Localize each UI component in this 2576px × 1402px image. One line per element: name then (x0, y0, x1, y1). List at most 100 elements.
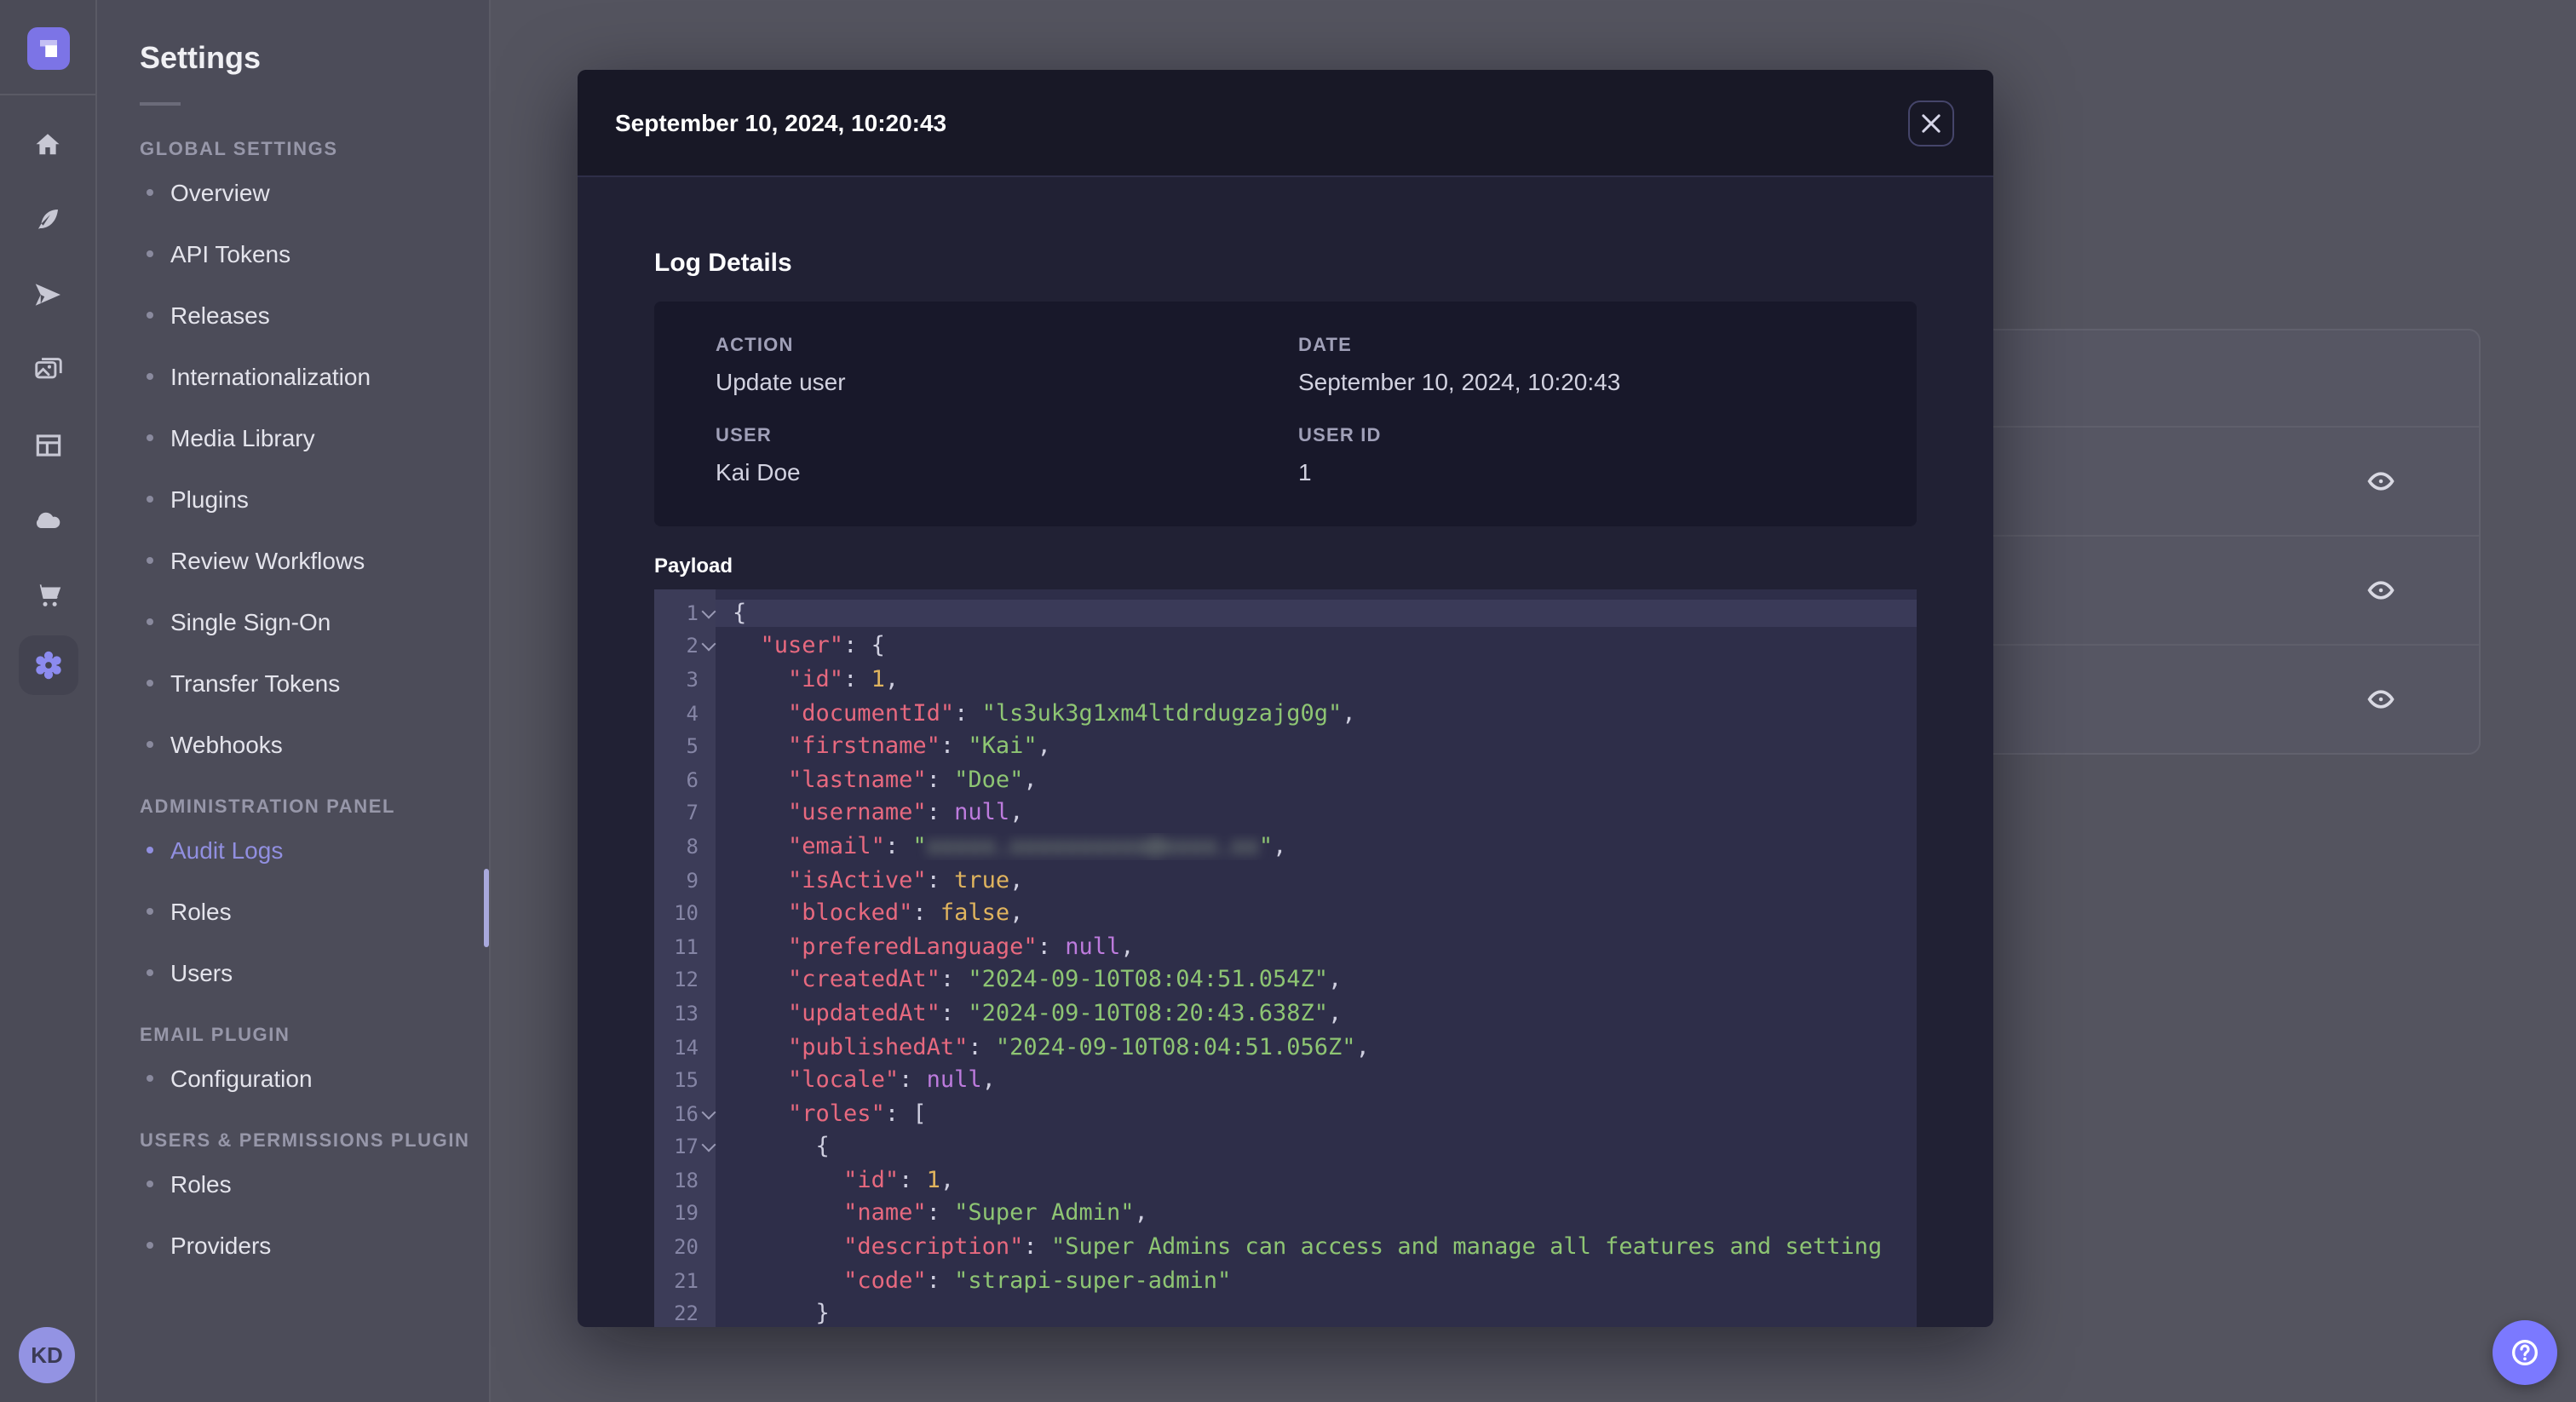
help-button[interactable] (2493, 1320, 2557, 1385)
sidebar-item-roles[interactable]: Roles (97, 1165, 489, 1203)
sidebar-item-review-workflows[interactable]: Review Workflows (97, 542, 489, 579)
nav-item-label: Providers (170, 1232, 272, 1259)
userid-field: USER ID 1 (1298, 426, 1917, 492)
line-number: 3 (686, 667, 699, 692)
fold-chevron-icon[interactable] (704, 606, 714, 617)
sidebar-item-transfer-tokens[interactable]: Transfer Tokens (97, 664, 489, 702)
code-line-3: 3 "id": 1, (654, 663, 1917, 696)
line-number: 8 (686, 834, 699, 859)
code-line-4: 4 "documentId": "ls3uk3g1xm4ltdrdugzajg0… (654, 697, 1917, 730)
line-number: 22 (674, 1301, 699, 1326)
sidebar-item-configuration[interactable]: Configuration (97, 1060, 489, 1097)
code-line-22: 22 } (654, 1297, 1917, 1327)
content-type-builder-icon[interactable] (31, 203, 65, 237)
fold-chevron-icon[interactable] (704, 1141, 714, 1151)
nav-section-label: EMAIL PLUGIN (140, 1026, 290, 1046)
nav-item-label: API Tokens (170, 240, 291, 267)
strapi-settings-page: KD Settings GLOBAL SETTINGS Overview API T… (0, 0, 2576, 1402)
line-number: 15 (674, 1068, 699, 1093)
nav-bullet (147, 1181, 153, 1187)
sidebar-item-media-library[interactable]: Media Library (97, 419, 489, 457)
strapi-logo[interactable] (27, 27, 70, 70)
strapi-cloud-icon[interactable] (31, 503, 65, 537)
date-value: September 10, 2024, 10:20:43 (1298, 368, 1621, 395)
nav-bullet (147, 189, 153, 196)
nav-bullet (147, 250, 153, 257)
nav-item-label: Overview (170, 179, 270, 206)
user-avatar[interactable]: KD (19, 1327, 75, 1383)
strapi-logo-icon (40, 40, 57, 57)
view-log-eye-icon[interactable] (2365, 684, 2395, 715)
line-number: 6 (686, 767, 699, 792)
close-button[interactable] (1908, 100, 1954, 146)
nav-item-label: Single Sign-On (170, 608, 331, 635)
releases-icon[interactable] (31, 278, 65, 312)
subnav-scrollbar-thumb[interactable] (484, 869, 489, 947)
nav-item-label: Configuration (170, 1065, 313, 1092)
view-log-eye-icon[interactable] (2365, 466, 2395, 497)
user-field: USER Kai Doe (716, 426, 1298, 492)
nav-bullet (147, 618, 153, 625)
sidebar-item-plugins[interactable]: Plugins (97, 480, 489, 518)
code-line-12: 12 "createdAt": "2024-09-10T08:04:51.054… (654, 963, 1917, 997)
line-number: 17 (654, 1135, 716, 1159)
settings-subnav: Settings GLOBAL SETTINGS Overview API Toke… (97, 0, 491, 1402)
sidebar-item-internationalization[interactable]: Internationalization (97, 358, 489, 395)
code-text: { (716, 599, 1917, 627)
line-number: 11 (674, 934, 699, 959)
marketplace-icon[interactable] (31, 577, 65, 612)
code-text: "preferedLanguage": null, (788, 933, 1135, 961)
nav-item-label: Releases (170, 302, 270, 329)
code-text: "user": { (760, 632, 885, 660)
sidebar-item-providers[interactable]: Providers (97, 1227, 489, 1264)
nav-item-label: Users (170, 959, 233, 986)
code-text: "id": 1, (788, 665, 900, 693)
sidebar-item-single-sign-on[interactable]: Single Sign-On (97, 603, 489, 641)
line-number: 12 (674, 968, 699, 992)
nav-bullet (147, 496, 153, 503)
nav-item-label: Transfer Tokens (170, 669, 341, 697)
nav-bullet (147, 908, 153, 915)
line-number: 9 (686, 868, 699, 893)
line-number: 14 (674, 1035, 699, 1060)
log-details-modal: September 10, 2024, 10:20:43 Log Details… (578, 70, 1993, 1327)
nav-bullet (147, 434, 153, 441)
action-label: ACTION (716, 336, 794, 356)
sidebar-item-audit-logs[interactable]: Audit Logs (97, 831, 489, 869)
code-text: "documentId": "ls3uk3g1xm4ltdrdugzajg0g"… (788, 699, 1356, 727)
sidebar-item-api-tokens[interactable]: API Tokens (97, 235, 489, 273)
nav-section-label: ADMINISTRATION PANEL (140, 797, 396, 818)
nav-item-label: Media Library (170, 424, 315, 451)
sidebar-item-roles[interactable]: Roles (97, 893, 489, 930)
code-text: "isActive": true, (788, 866, 1024, 894)
content-manager-icon[interactable] (31, 428, 65, 462)
code-line-14: 14 "publishedAt": "2024-09-10T08:04:51.0… (654, 1030, 1917, 1063)
sidebar-item-webhooks[interactable]: Webhooks (97, 726, 489, 763)
sidebar-item-releases[interactable]: Releases (97, 296, 489, 334)
userid-value: 1 (1298, 458, 1312, 486)
code-line-17: 17 { (654, 1130, 1917, 1164)
code-text: "publishedAt": "2024-09-10T08:04:51.056Z… (788, 1033, 1370, 1061)
view-log-eye-icon[interactable] (2365, 575, 2395, 606)
line-number: 13 (674, 1001, 699, 1026)
settings-gear-icon (36, 651, 61, 680)
subnav-title: Settings (140, 41, 262, 75)
home-icon[interactable] (31, 128, 65, 162)
code-line-11: 11 "preferedLanguage": null, (654, 930, 1917, 963)
code-line-21: 21 "code": "strapi-super-admin" (654, 1264, 1917, 1297)
modal-body: Log Details ACTION Update user DATE Sept… (578, 249, 1993, 1327)
media-library-icon[interactable] (31, 353, 65, 387)
nav-item-label: Internationalization (170, 363, 371, 390)
fold-chevron-icon[interactable] (704, 1106, 714, 1117)
sidebar-item-users[interactable]: Users (97, 954, 489, 991)
fold-chevron-icon[interactable] (704, 640, 714, 650)
payload-code-editor[interactable]: 1{2 "user": {3 "id": 1, 4 "documentId": "… (654, 589, 1917, 1327)
settings-nav-active[interactable] (19, 635, 78, 695)
sidebar-item-overview[interactable]: Overview (97, 174, 489, 211)
user-label: USER (716, 426, 772, 446)
nav-item-label: Audit Logs (170, 836, 284, 864)
line-number: 4 (686, 701, 699, 726)
code-line-2: 2 "user": { (654, 629, 1917, 663)
code-text: "id": 1, (843, 1166, 955, 1194)
question-mark-icon (2512, 1340, 2538, 1365)
